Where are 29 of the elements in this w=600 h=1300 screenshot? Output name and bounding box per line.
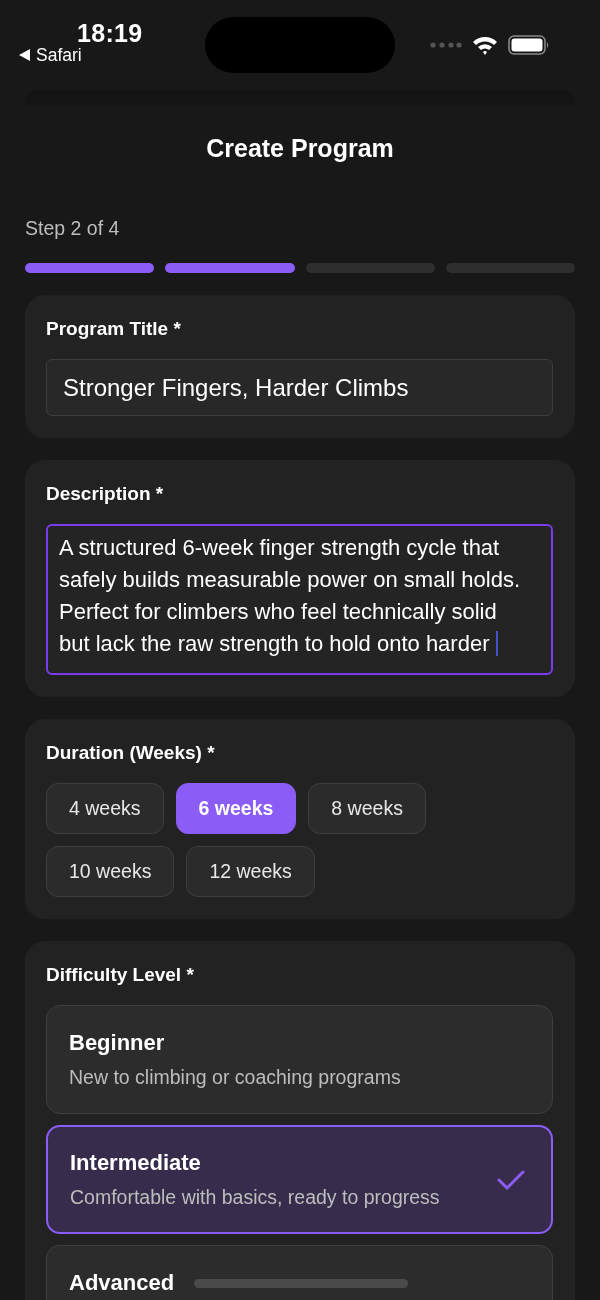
clock-time: 18:19 — [77, 18, 143, 48]
option-title: Intermediate — [70, 1150, 201, 1176]
title-input-field[interactable]: Stronger Fingers, Harder Climbs — [46, 359, 553, 416]
duration-chip[interactable]: 4 weeks — [46, 783, 164, 834]
signal-dots-icon — [430, 42, 462, 48]
description-field[interactable]: A structured 6-week finger strength cycle that safely builds measurable power on small holds. Perfect for climbers who feel technically solid but lack the raw strength to hold onto harder — [46, 524, 553, 675]
back-to-safari-link[interactable]: Safari — [19, 45, 82, 65]
step-label: Step 2 of 4 — [25, 217, 120, 239]
page-title: Create Program — [206, 133, 394, 163]
difficulty-option[interactable]: Intermediate Comfortable with basics, ready to progress — [46, 1125, 553, 1234]
option-description: New to climbing or coaching programs — [69, 1065, 401, 1089]
duration-chip[interactable]: 6 weeks — [175, 783, 297, 834]
option-title: Advanced — [69, 1270, 175, 1296]
text-cursor-icon — [495, 631, 498, 656]
duration-chip[interactable]: 12 weeks — [186, 846, 315, 897]
difficulty-option[interactable]: Advanced — [46, 1245, 553, 1300]
field-label: Duration (Weeks) * — [46, 742, 215, 764]
field-label: Description * — [46, 483, 164, 505]
duration-chip[interactable]: 8 weeks — [308, 783, 426, 834]
option-title: Beginner — [69, 1030, 165, 1056]
option-description: Comfortable with basics, ready to progress — [70, 1185, 440, 1209]
back-icon — [19, 49, 30, 61]
duration-chip[interactable]: 10 weeks — [46, 846, 175, 897]
battery-icon — [508, 35, 550, 55]
checkmark-icon — [497, 1168, 525, 1191]
field-label: Program Title * — [46, 318, 181, 340]
wifi-icon — [472, 35, 498, 55]
difficulty-option[interactable]: Beginner New to climbing or coaching programs — [46, 1005, 553, 1114]
field-label: Difficulty Level * — [46, 964, 194, 986]
